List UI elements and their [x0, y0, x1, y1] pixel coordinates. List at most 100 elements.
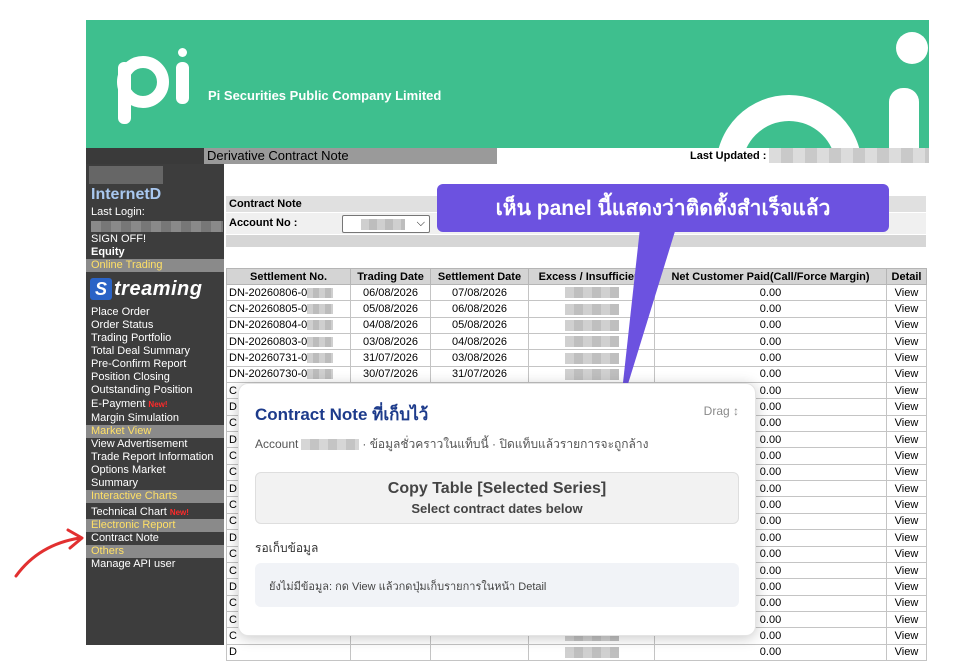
copy-table-button[interactable]: Copy Table [Selected Series] Select cont…	[255, 472, 739, 524]
page-title: Derivative Contract Note	[204, 148, 497, 164]
view-link-text[interactable]: View	[895, 581, 919, 593]
cell-excess-insufficient	[528, 300, 655, 318]
streaming-logo[interactable]: S treaming	[90, 276, 202, 302]
table-row: DN-20260803-0 03/08/2026 04/08/2026 0.00 Vie…	[226, 333, 927, 351]
view-link-text[interactable]: View	[895, 434, 919, 446]
sidebar-item-place-order[interactable]: Place Order	[91, 306, 150, 319]
view-link[interactable]: View	[886, 349, 927, 367]
sidebar-item-contract-note[interactable]: Contract Note	[91, 532, 159, 545]
view-link-text[interactable]: View	[895, 450, 919, 462]
sidebar-item-outstanding-position[interactable]: Outstanding Position	[91, 384, 193, 397]
view-link-text[interactable]: View	[895, 352, 919, 364]
view-link[interactable]: View	[886, 447, 927, 465]
sidebar-item-total-deal-summary[interactable]: Total Deal Summary	[91, 345, 190, 358]
view-link[interactable]: View	[886, 545, 927, 563]
cell-settlement-date-text: 03/08/2026	[451, 352, 508, 365]
sidebar-item-margin-simulation[interactable]: Margin Simulation	[91, 412, 179, 425]
view-link[interactable]: View	[886, 283, 927, 302]
view-link[interactable]: View	[886, 578, 927, 596]
view-link-text[interactable]: View	[895, 548, 919, 560]
view-link[interactable]: View	[886, 496, 927, 514]
view-link[interactable]: View	[886, 398, 927, 416]
view-link-text[interactable]: View	[895, 417, 919, 429]
view-link-text[interactable]: View	[895, 499, 919, 511]
view-link[interactable]: View	[886, 643, 927, 661]
view-link-text[interactable]: View	[895, 515, 919, 527]
view-link[interactable]: View	[886, 512, 927, 531]
cell-net-customer-paid-text: 0.00	[759, 499, 782, 512]
view-link-text[interactable]: View	[895, 614, 919, 626]
cell-settlement-date-text: 31/07/2026	[451, 368, 508, 381]
view-link-text[interactable]: View	[895, 466, 919, 478]
view-link-text[interactable]: View	[895, 336, 919, 348]
cell-settlement-no-text: CN-20260805-0	[229, 303, 308, 316]
view-link[interactable]: View	[886, 414, 927, 433]
sidebar-item-trade-report-information[interactable]: Trade Report Information	[91, 451, 213, 464]
panel-subtitle-note: · ข้อมูลชั่วคราวในแท็บนี้ · ปิดแท็บแล้วร…	[362, 437, 649, 451]
drag-handle[interactable]: Drag ↕	[704, 404, 739, 418]
view-link-text[interactable]: View	[895, 483, 919, 495]
cell-net-customer-paid-text: 0.00	[759, 531, 782, 544]
view-link[interactable]: View	[886, 316, 927, 335]
account-select[interactable]: ⌵	[342, 215, 430, 233]
sidebar-item-order-status[interactable]: Order Status	[91, 319, 153, 332]
sidebar-item-technical-chart[interactable]: Technical Chart New!	[91, 506, 189, 519]
sidebar-item-summary[interactable]: Summary	[91, 477, 138, 490]
sidebar-item-pre-confirm-report[interactable]: Pre-Confirm Report	[91, 358, 186, 371]
cell-excess-insufficient	[528, 365, 655, 384]
view-link[interactable]: View	[886, 463, 927, 482]
view-link-text[interactable]: View	[895, 646, 919, 658]
cell-net-customer-paid: 0.00	[654, 365, 887, 384]
form-footer-bar	[226, 235, 926, 247]
sidebar-item-e-payment[interactable]: E-Payment New!	[91, 398, 168, 411]
cell-settlement-date-text: 06/08/2026	[451, 303, 508, 316]
cell-settlement-no-text: C	[229, 613, 237, 626]
masked-value	[564, 303, 619, 315]
sidebar-item-manage-api-user[interactable]: Manage API user	[91, 558, 175, 571]
section-online-trading: Online Trading	[86, 259, 224, 272]
view-link[interactable]: View	[886, 610, 927, 629]
view-link-text[interactable]: View	[895, 303, 919, 315]
view-link[interactable]: View	[886, 594, 927, 612]
view-link[interactable]: View	[886, 627, 927, 645]
sidebar-item-options-market[interactable]: Options Market	[91, 464, 166, 477]
view-link-text[interactable]: View	[895, 368, 919, 380]
view-link-text[interactable]: View	[895, 319, 919, 331]
cell-settlement-no-text: C	[229, 629, 237, 642]
last-login-label: Last Login:	[91, 206, 145, 218]
view-link[interactable]: View	[886, 431, 927, 449]
view-link[interactable]: View	[886, 300, 927, 318]
sidebar-item-trading-portfolio[interactable]: Trading Portfolio	[91, 332, 171, 345]
sign-off-link[interactable]: SIGN OFF!	[91, 233, 146, 246]
sidebar-item-position-closing[interactable]: Position Closing	[91, 371, 170, 384]
view-link[interactable]: View	[886, 333, 927, 351]
view-link[interactable]: View	[886, 561, 927, 580]
view-link[interactable]: View	[886, 382, 927, 400]
cell-trading-date	[350, 643, 431, 661]
view-link-text[interactable]: View	[895, 385, 919, 397]
cell-trading-date: 03/08/2026	[350, 333, 431, 351]
cell-net-customer-paid: 0.00	[654, 316, 887, 335]
sidebar-item-view-advertisement[interactable]: View Advertisement	[91, 438, 187, 451]
view-link-text[interactable]: View	[895, 287, 919, 299]
view-link-text[interactable]: View	[895, 565, 919, 577]
view-link-text[interactable]: View	[895, 630, 919, 642]
cell-net-customer-paid-text: 0.00	[759, 368, 782, 381]
user-avatar-masked	[89, 166, 163, 184]
view-link-text[interactable]: View	[895, 532, 919, 544]
view-link[interactable]: View	[886, 480, 927, 498]
cell-settlement-no: DN-20260803-0	[226, 333, 351, 351]
equity-link[interactable]: Equity	[91, 246, 125, 259]
view-link-text[interactable]: View	[895, 401, 919, 413]
cell-settlement-no: DN-20260806-0	[226, 283, 351, 302]
table-row: CN-20260805-0 05/08/2026 06/08/2026 0.00 Vie…	[226, 300, 927, 318]
view-link-text[interactable]: View	[895, 597, 919, 609]
view-link[interactable]: View	[886, 365, 927, 384]
view-link[interactable]: View	[886, 529, 927, 547]
cell-net-customer-paid-text: 0.00	[759, 319, 782, 332]
cell-settlement-no-text: C	[229, 564, 237, 577]
account-value-masked	[361, 219, 405, 230]
e-payment-label: E-Payment	[91, 398, 146, 410]
cell-settlement-no-text: D	[229, 646, 237, 659]
masked-value	[564, 368, 619, 380]
